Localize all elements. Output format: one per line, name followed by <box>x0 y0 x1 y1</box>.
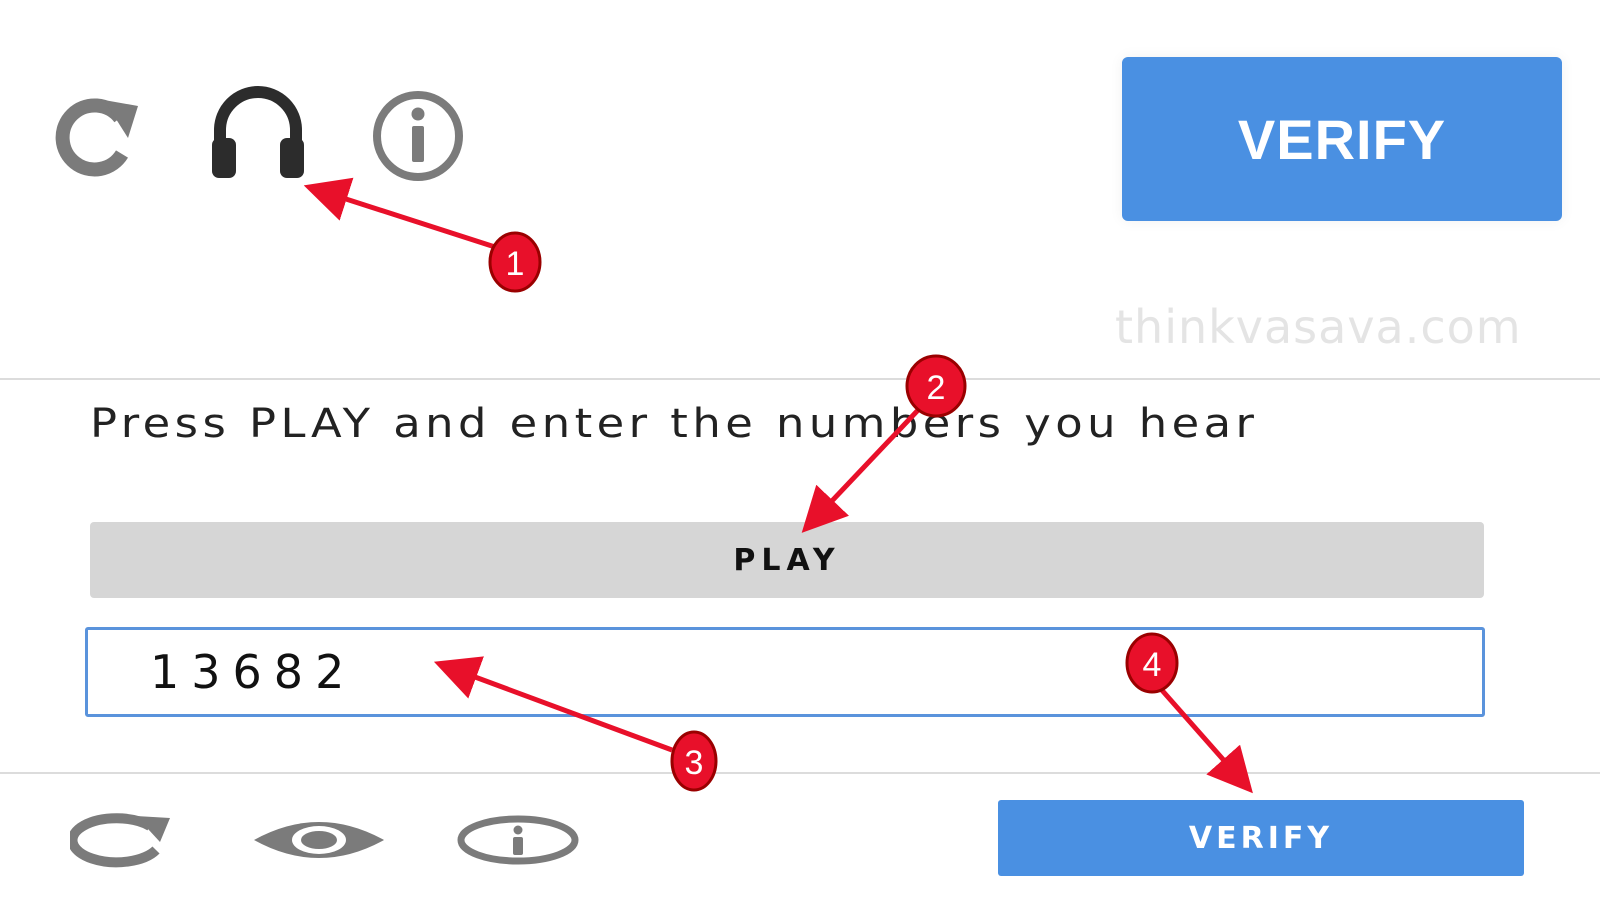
annotation-badge-3: 3 <box>670 730 718 792</box>
divider <box>0 772 1600 774</box>
eye-icon[interactable] <box>252 818 386 866</box>
audio-instructions: Press PLAY and enter the numbers you hea… <box>90 401 1259 447</box>
captcha-screenshot: VERIFY thinkvasava.com Press PLAY and en… <box>0 0 1600 900</box>
svg-text:1: 1 <box>506 245 525 283</box>
svg-text:3: 3 <box>685 744 704 782</box>
refresh-icon[interactable] <box>50 92 140 184</box>
audio-answer-input[interactable] <box>85 627 1485 717</box>
watermark: thinkvasava.com <box>1115 300 1522 354</box>
annotation-badge-1: 1 <box>488 231 542 293</box>
divider <box>0 378 1600 380</box>
refresh-icon[interactable] <box>67 812 172 872</box>
verify-button[interactable]: VERIFY <box>1122 57 1562 221</box>
annotation-arrow-1 <box>303 177 496 250</box>
info-icon[interactable] <box>456 815 580 869</box>
verify-button[interactable]: VERIFY <box>998 800 1524 876</box>
play-button[interactable]: PLAY <box>90 522 1484 598</box>
info-icon[interactable] <box>370 88 466 184</box>
headphones-icon[interactable] <box>210 82 306 182</box>
